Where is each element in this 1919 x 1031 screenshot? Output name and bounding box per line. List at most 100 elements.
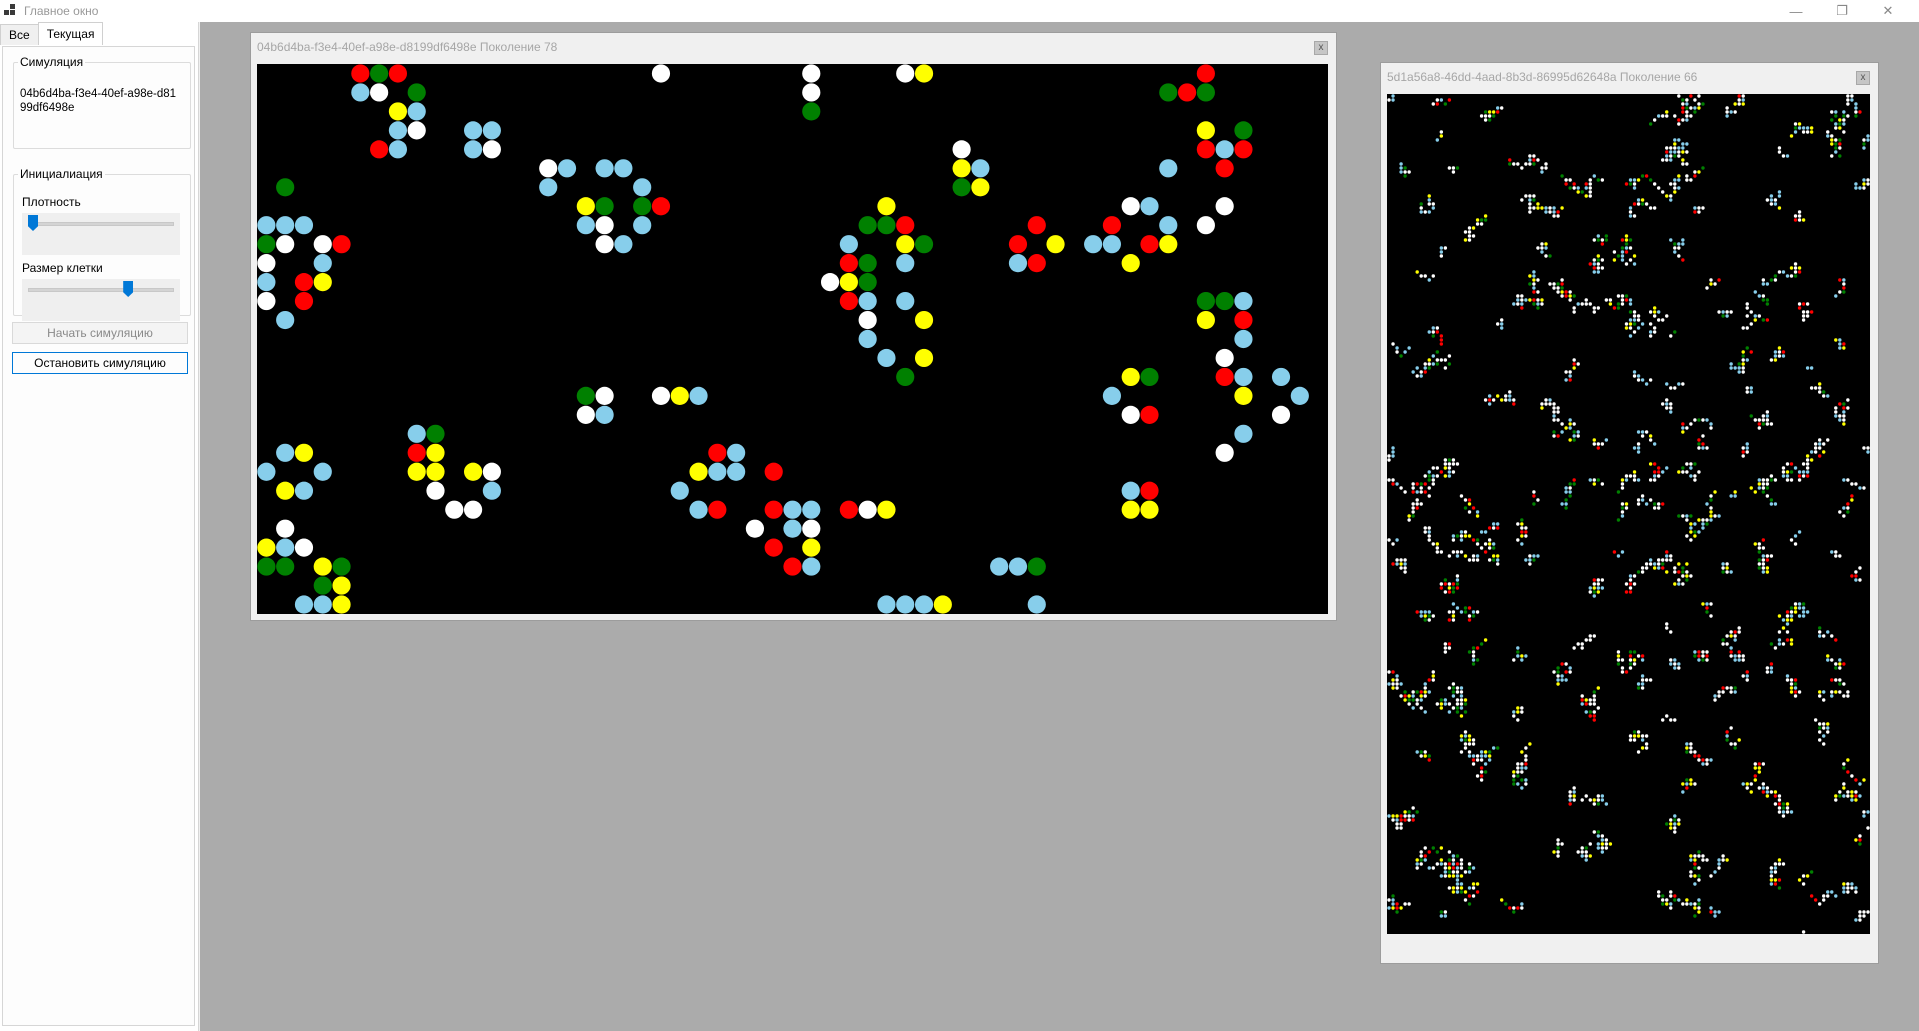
cell (1628, 318, 1633, 322)
cell (1644, 174, 1649, 178)
cell (1665, 150, 1669, 154)
cell (1632, 734, 1637, 738)
cell (670, 386, 689, 405)
cell (1140, 197, 1159, 216)
minimize-button[interactable]: — (1773, 0, 1819, 22)
cell (1826, 134, 1830, 138)
cell (1552, 670, 1556, 674)
cell (1504, 394, 1508, 398)
cell (1656, 894, 1661, 898)
cell (1544, 402, 1548, 406)
cell (1640, 174, 1645, 178)
cell (1415, 862, 1419, 866)
cell (1568, 802, 1572, 806)
cell (1834, 894, 1838, 898)
cell (1826, 722, 1830, 726)
cell (896, 595, 915, 614)
cell (1761, 298, 1766, 302)
cell (1512, 906, 1516, 910)
cell (1467, 754, 1472, 758)
cell (1512, 770, 1516, 774)
cell (1761, 546, 1766, 550)
cell-size-slider[interactable] (22, 279, 180, 321)
stop-simulation-button[interactable]: Остановить симуляцию (12, 352, 188, 374)
cell (276, 519, 295, 538)
cell (1725, 106, 1729, 110)
cell (1159, 216, 1178, 235)
simulation-window-2-close-button[interactable]: x (1856, 71, 1870, 85)
tab-all[interactable]: Все (0, 24, 39, 45)
cell (1858, 794, 1862, 798)
cell (1838, 346, 1842, 350)
cell (1423, 686, 1427, 690)
cell (1584, 298, 1588, 302)
cell (1850, 494, 1854, 498)
cell (1652, 562, 1657, 566)
cell (1697, 530, 1701, 534)
cell (1850, 98, 1854, 102)
app-icon (4, 4, 18, 18)
maximize-button[interactable]: ❐ (1819, 0, 1865, 22)
simulation-id-text[interactable]: 04b6d4ba-f3e4-40ef-a98e-d8199df6498e (20, 87, 180, 115)
cell (1588, 842, 1592, 846)
density-slider-thumb[interactable] (28, 215, 38, 231)
cell (1656, 558, 1661, 562)
cell (1866, 134, 1870, 138)
cell (1548, 210, 1552, 214)
cell-size-slider-thumb[interactable] (123, 281, 134, 297)
cell (1407, 518, 1411, 522)
cell (1451, 458, 1456, 462)
simulation-window-2[interactable]: 5d1a56a8-46dd-4aad-8b3d-86995d62648a Пок… (1380, 62, 1879, 964)
cell (1826, 890, 1830, 894)
cell (1777, 206, 1782, 210)
cell (1596, 258, 1601, 262)
cell (1661, 318, 1665, 322)
cell (1524, 558, 1528, 562)
cell (1439, 874, 1444, 878)
cell (1665, 570, 1669, 574)
cell (370, 140, 389, 159)
cell (1411, 706, 1415, 710)
cell (1483, 750, 1488, 754)
cell (257, 538, 276, 557)
cell (1387, 898, 1391, 902)
cell (1677, 178, 1681, 182)
simulation-window-1-caption[interactable]: 04b6d4ba-f3e4-40ef-a98e-d8199df6498e Пок… (251, 33, 1336, 61)
cell (1636, 478, 1641, 482)
start-simulation-button[interactable]: Начать симуляцию (12, 322, 188, 344)
cell (1842, 786, 1846, 790)
cell (1431, 678, 1435, 682)
cell (1451, 870, 1456, 874)
simulation-window-1-close-button[interactable]: x (1314, 41, 1328, 55)
cell (1121, 405, 1140, 424)
density-slider[interactable] (22, 213, 180, 255)
cell (1475, 774, 1480, 778)
cell (764, 462, 783, 481)
cell (1834, 142, 1838, 146)
cell (1600, 838, 1605, 842)
cell (1648, 498, 1653, 502)
cell (1556, 846, 1560, 850)
close-button[interactable]: ✕ (1865, 0, 1911, 22)
cell (1564, 294, 1568, 298)
cell (1721, 310, 1725, 314)
cell (1532, 298, 1536, 302)
cell (1520, 770, 1524, 774)
cell (1777, 614, 1782, 618)
cell (1439, 550, 1444, 554)
cell (1834, 662, 1838, 666)
cell (1741, 362, 1745, 366)
cell (1745, 446, 1749, 450)
simulation-window-1[interactable]: 04b6d4ba-f3e4-40ef-a98e-d8199df6498e Пок… (250, 32, 1337, 621)
cell (1471, 650, 1476, 654)
cell (1628, 474, 1633, 478)
cell (1540, 246, 1544, 250)
cell (1620, 502, 1625, 506)
cell (1817, 902, 1822, 906)
cell (1588, 194, 1592, 198)
cell (1693, 902, 1697, 906)
simulation-window-2-caption[interactable]: 5d1a56a8-46dd-4aad-8b3d-86995d62648a Пок… (1381, 63, 1878, 91)
tab-current[interactable]: Текущая (37, 22, 104, 45)
cell (1656, 186, 1661, 190)
cell (1495, 558, 1500, 562)
